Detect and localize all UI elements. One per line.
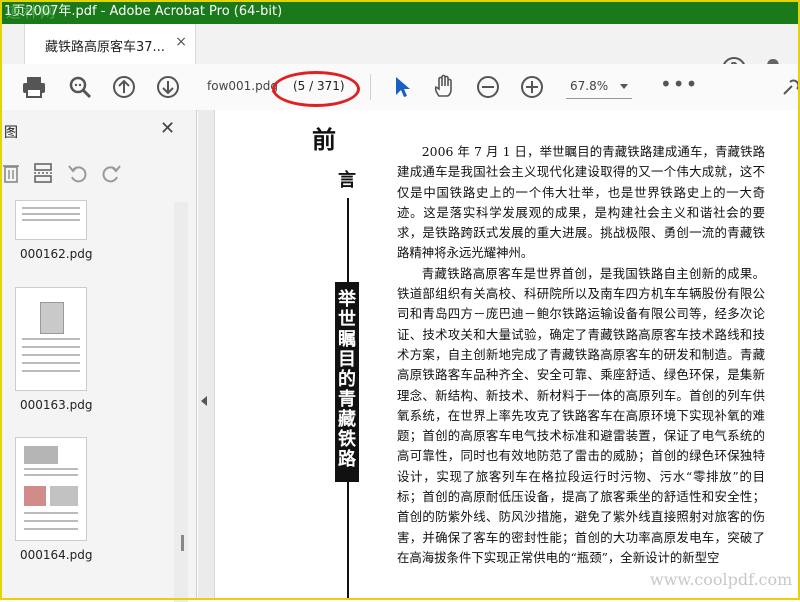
trash-icon[interactable] xyxy=(2,162,20,184)
print-icon[interactable] xyxy=(21,74,47,100)
page-thumbnail[interactable] xyxy=(15,287,87,391)
next-page-icon[interactable] xyxy=(155,74,181,100)
previous-page-icon[interactable] xyxy=(111,74,137,100)
zoom-search-icon[interactable] xyxy=(67,74,93,100)
paragraph: 青藏铁路高原客车是世界首创，是我国铁路自主创新的成果。铁道部组织有关高校、科研院… xyxy=(397,265,765,565)
rotate-right-icon[interactable] xyxy=(100,162,122,184)
zoom-in-icon[interactable] xyxy=(519,74,545,100)
body-text: 2006 年 7 月 1 日，举世瞩目的青藏铁路建成通车，青藏铁路建成通车是我国… xyxy=(397,142,765,568)
thumbnail-label: 000162.pdg xyxy=(20,247,93,261)
zoom-level[interactable]: 67.8% xyxy=(570,79,608,93)
sidebar-collapse-handle[interactable] xyxy=(198,110,215,600)
page-layout-icon[interactable] xyxy=(33,162,53,184)
zoom-underline xyxy=(566,98,632,99)
tab-label: 藏铁路高原客车37... xyxy=(45,40,165,55)
sidebar-close-icon[interactable]: ✕ xyxy=(160,118,175,139)
toolbar: fow001.pdg (5 / 371) 67.8% ••• xyxy=(0,64,800,111)
thumbnail-label: 000163.pdg xyxy=(20,398,93,412)
vertical-banner: 举世瞩目的青藏铁路 xyxy=(335,282,359,482)
zoom-dropdown-icon[interactable] xyxy=(620,84,628,89)
toolbar-divider xyxy=(370,74,371,100)
rotate-left-icon[interactable] xyxy=(67,162,89,184)
page-file-name[interactable]: fow001.pdg xyxy=(207,79,278,93)
document-tab[interactable]: 藏铁路高原客车37... × xyxy=(24,24,196,64)
page-thumbnail[interactable] xyxy=(15,200,87,240)
sidebar-scroll-thumb[interactable] xyxy=(181,535,184,551)
link-icon[interactable] xyxy=(780,74,800,100)
collapse-arrow-icon xyxy=(201,396,207,406)
thumbnail-sidebar: 图 ✕ 000162.pdg 000163.pdg 000164.pdg xyxy=(0,110,197,602)
thumbnail-label: 000164.pdg xyxy=(20,548,93,562)
preface-heading-second: 言 xyxy=(338,170,356,191)
sidebar-title: 图 xyxy=(4,125,18,141)
paragraph: 2006 年 7 月 1 日，举世瞩目的青藏铁路建成通车，青藏铁路建成通车是我国… xyxy=(397,144,765,261)
footer-watermark: www.coolpdf.com xyxy=(650,570,793,589)
more-tools-icon[interactable]: ••• xyxy=(660,72,698,96)
zoom-out-icon[interactable] xyxy=(475,74,501,100)
page-number-highlight xyxy=(272,71,360,107)
hand-tool-icon[interactable] xyxy=(431,74,457,100)
preface-heading: 前 xyxy=(312,125,336,154)
select-cursor-icon[interactable] xyxy=(390,74,416,100)
title-watermark: 道林网 xyxy=(6,3,58,21)
page-thumbnail[interactable] xyxy=(15,437,87,541)
tab-bar: 藏铁路高原客车37... × ? xyxy=(0,24,800,81)
title-bar: 1页2007年.pdf - Adobe Acrobat Pro (64-bit)… xyxy=(0,0,800,24)
close-icon[interactable]: × xyxy=(175,34,187,50)
